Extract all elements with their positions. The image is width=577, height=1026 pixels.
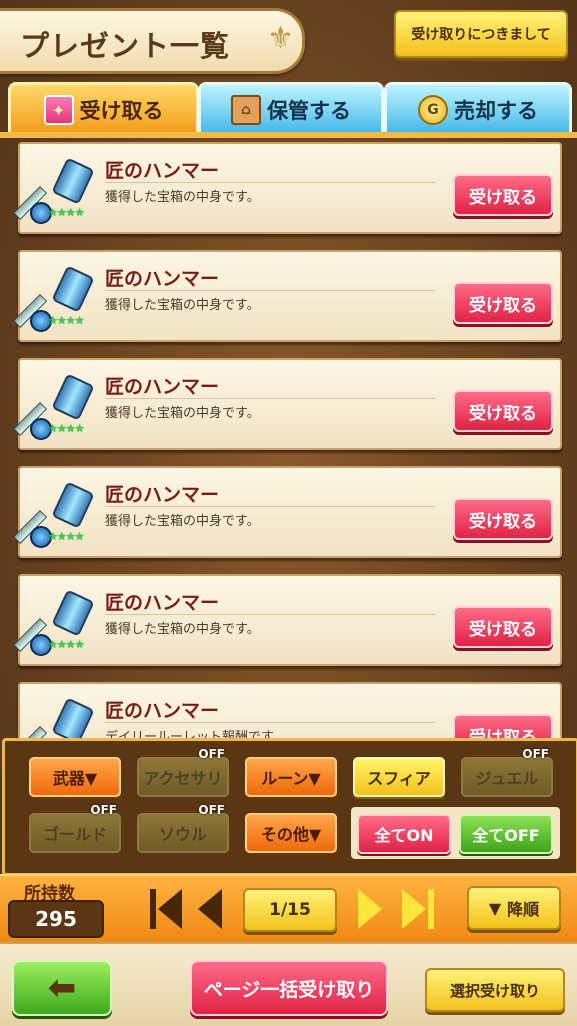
sort-button[interactable]: ▼ 降順 [467,886,561,930]
divider [105,290,435,291]
hammer-icon[interactable]: ★★★★ [13,265,98,334]
receive-button[interactable]: 受け取る [453,606,553,648]
list-item: ★★★★ 匠のハンマー 獲得した宝箱の中身です。 受け取る [13,142,562,234]
receive-button[interactable]: 受け取る [453,390,553,432]
sort-label: 降順 [507,900,540,919]
receive-button[interactable]: 受け取る [453,714,553,738]
filter-gold-button[interactable]: ゴールド OFF [29,803,121,853]
tab-receive[interactable]: ✦ 受け取る [8,82,199,138]
off-tag: OFF [198,747,225,761]
off-tag: OFF [90,803,117,817]
item-name: 匠のハンマー [105,160,220,182]
item-description: 獲得した宝箱の中身です。 [105,298,260,313]
tab-store-label: 保管する [267,99,351,123]
tab-receive-label: 受け取る [79,99,164,123]
rarity-stars: ★★★★ [48,422,84,435]
item-description: デイリールーレット報酬です。 [105,730,286,738]
select-receive-button[interactable]: 選択受け取り [425,968,565,1012]
house-icon: ⌂ [231,95,261,125]
filter-accessory-button[interactable]: アクセサリ OFF [137,747,229,797]
off-tag: OFF [522,747,549,761]
gift-icon: ✦ [43,95,74,125]
first-page-icon[interactable] [146,886,186,932]
all-toggle-group: 全てON 全てOFF [351,807,560,859]
item-name: 匠のハンマー [105,484,220,506]
receive-button[interactable]: 受け取る [453,498,553,540]
coin-icon: G [418,95,448,125]
hammer-icon[interactable]: ★★★★ [13,157,98,226]
fleur-ornament-icon: ⚜ [267,21,294,56]
list-item: ★★★★ 匠のハンマー 獲得した宝箱の中身です。 受け取る [13,358,562,450]
item-description: 獲得した宝箱の中身です。 [105,622,260,637]
back-button[interactable]: ⬅ [12,960,112,1016]
filter-jewel-button[interactable]: ジュエル OFF [461,747,553,797]
filter-other-button[interactable]: その他▼ [245,813,337,853]
item-description: 獲得した宝箱の中身です。 [105,514,260,529]
receive-button[interactable]: 受け取る [453,282,553,324]
filter-sphere-button[interactable]: スフィア [353,757,445,797]
item-name: 匠のハンマー [105,700,220,722]
item-description: 獲得した宝箱の中身です。 [105,406,260,421]
sort-down-icon: ▼ [488,898,502,918]
filter-gold-label: ゴールド [42,825,107,844]
page-receive-all-button[interactable]: ページ一括受け取り [190,960,388,1016]
hammer-icon[interactable]: ★★★★ [13,373,98,442]
last-page-icon[interactable] [398,886,438,932]
tab-store[interactable]: ⌂ 保管する [198,82,384,138]
tab-sell[interactable]: G 売却する [384,82,572,138]
item-name: 匠のハンマー [105,592,220,614]
present-list[interactable]: ★★★★ 匠のハンマー 獲得した宝箱の中身です。 受け取る ★★★★ 匠のハンマ… [0,138,577,738]
filter-rune-button[interactable]: ルーン▼ [245,757,337,797]
divider [105,722,435,723]
item-name: 匠のハンマー [105,376,220,398]
rarity-stars: ★★★★ [48,206,84,219]
list-item: ★★★★ 匠のハンマー 獲得した宝箱の中身です。 受け取る [13,250,562,342]
list-item: ★★★★ 匠のハンマー 獲得した宝箱の中身です。 受け取る [13,574,562,666]
tab-sell-label: 売却する [454,99,538,123]
list-item: ★★★★ 匠のハンマー デイリールーレット報酬です。 受け取る [13,682,562,738]
item-description: 獲得した宝箱の中身です。 [105,190,260,205]
divider [105,506,435,507]
divider [105,398,435,399]
title-plate: プレゼント一覧 ⚜ [0,8,305,74]
rarity-stars: ★★★★ [48,530,84,543]
page-indicator[interactable]: 1/15 [243,888,337,932]
footer-bar: ⬅ ページ一括受け取り 選択受け取り [0,942,577,1026]
rarity-stars: ★★★★ [48,638,84,651]
prev-page-icon[interactable] [190,886,230,932]
filter-panel: 武器▼ アクセサリ OFF ルーン▼ スフィア ジュエル OFF ゴールド OF… [2,738,577,876]
divider [105,182,435,183]
item-count: 295 [8,900,104,938]
divider [105,614,435,615]
next-page-icon[interactable] [350,886,390,932]
receive-button[interactable]: 受け取る [453,174,553,216]
filter-soul-button[interactable]: ソウル OFF [137,803,229,853]
left-arrow-icon: ⬅ [47,968,77,1008]
hammer-icon[interactable]: ★★★★ [13,697,98,738]
filter-accessory-label: アクセサリ [143,769,223,788]
filter-soul-label: ソウル [158,825,207,844]
off-tag: OFF [198,803,225,817]
list-item: ★★★★ 匠のハンマー 獲得した宝箱の中身です。 受け取る [13,466,562,558]
rarity-stars: ★★★★ [48,314,84,327]
filter-jewel-label: ジュエル [475,769,539,788]
filter-weapon-button[interactable]: 武器▼ [29,757,121,797]
receive-info-button[interactable]: 受け取りにつきまして [394,10,568,58]
all-on-button[interactable]: 全てON [357,814,451,854]
pager-bar: 所持数 295 1/15 ▼ 降順 [0,874,577,942]
hammer-icon[interactable]: ★★★★ [13,589,98,658]
item-name: 匠のハンマー [105,268,220,290]
hammer-icon[interactable]: ★★★★ [13,481,98,550]
all-off-button[interactable]: 全てOFF [459,814,553,854]
page-title: プレゼント一覧 [20,29,231,63]
